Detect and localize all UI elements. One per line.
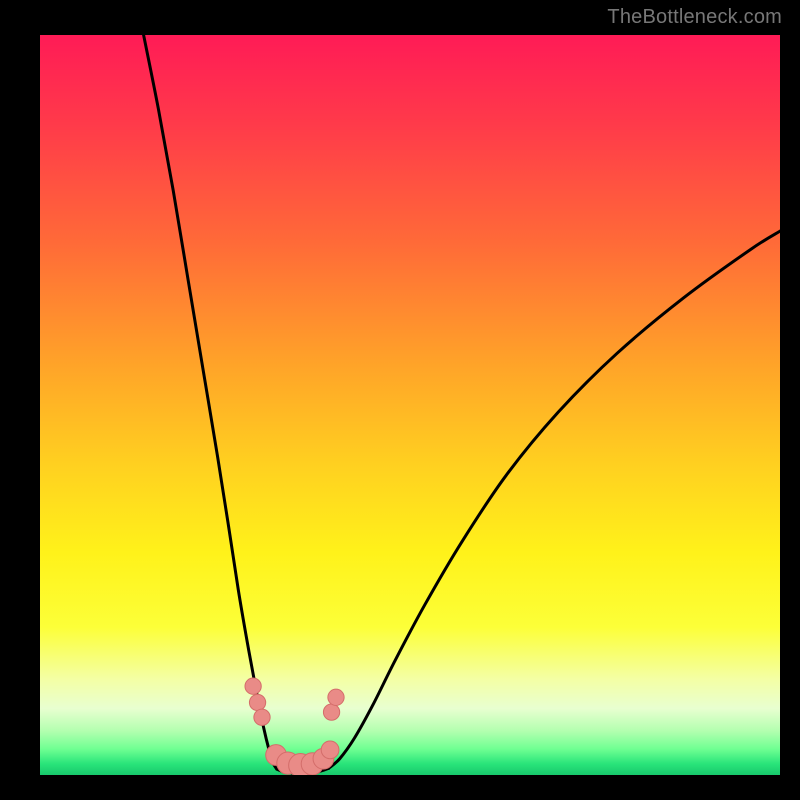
curve-layer: [40, 35, 780, 775]
marker-dot: [321, 741, 339, 759]
right-curve: [329, 231, 780, 768]
plot-area: [40, 35, 780, 775]
marker-dot: [328, 689, 344, 705]
marker-dot: [249, 694, 265, 710]
marker-dot: [245, 678, 261, 694]
left-curve: [144, 35, 277, 769]
marker-dot: [323, 704, 339, 720]
chart-frame: TheBottleneck.com: [0, 0, 800, 800]
marker-group: [245, 678, 344, 775]
attribution-text: TheBottleneck.com: [607, 6, 782, 29]
marker-dot: [254, 709, 270, 725]
